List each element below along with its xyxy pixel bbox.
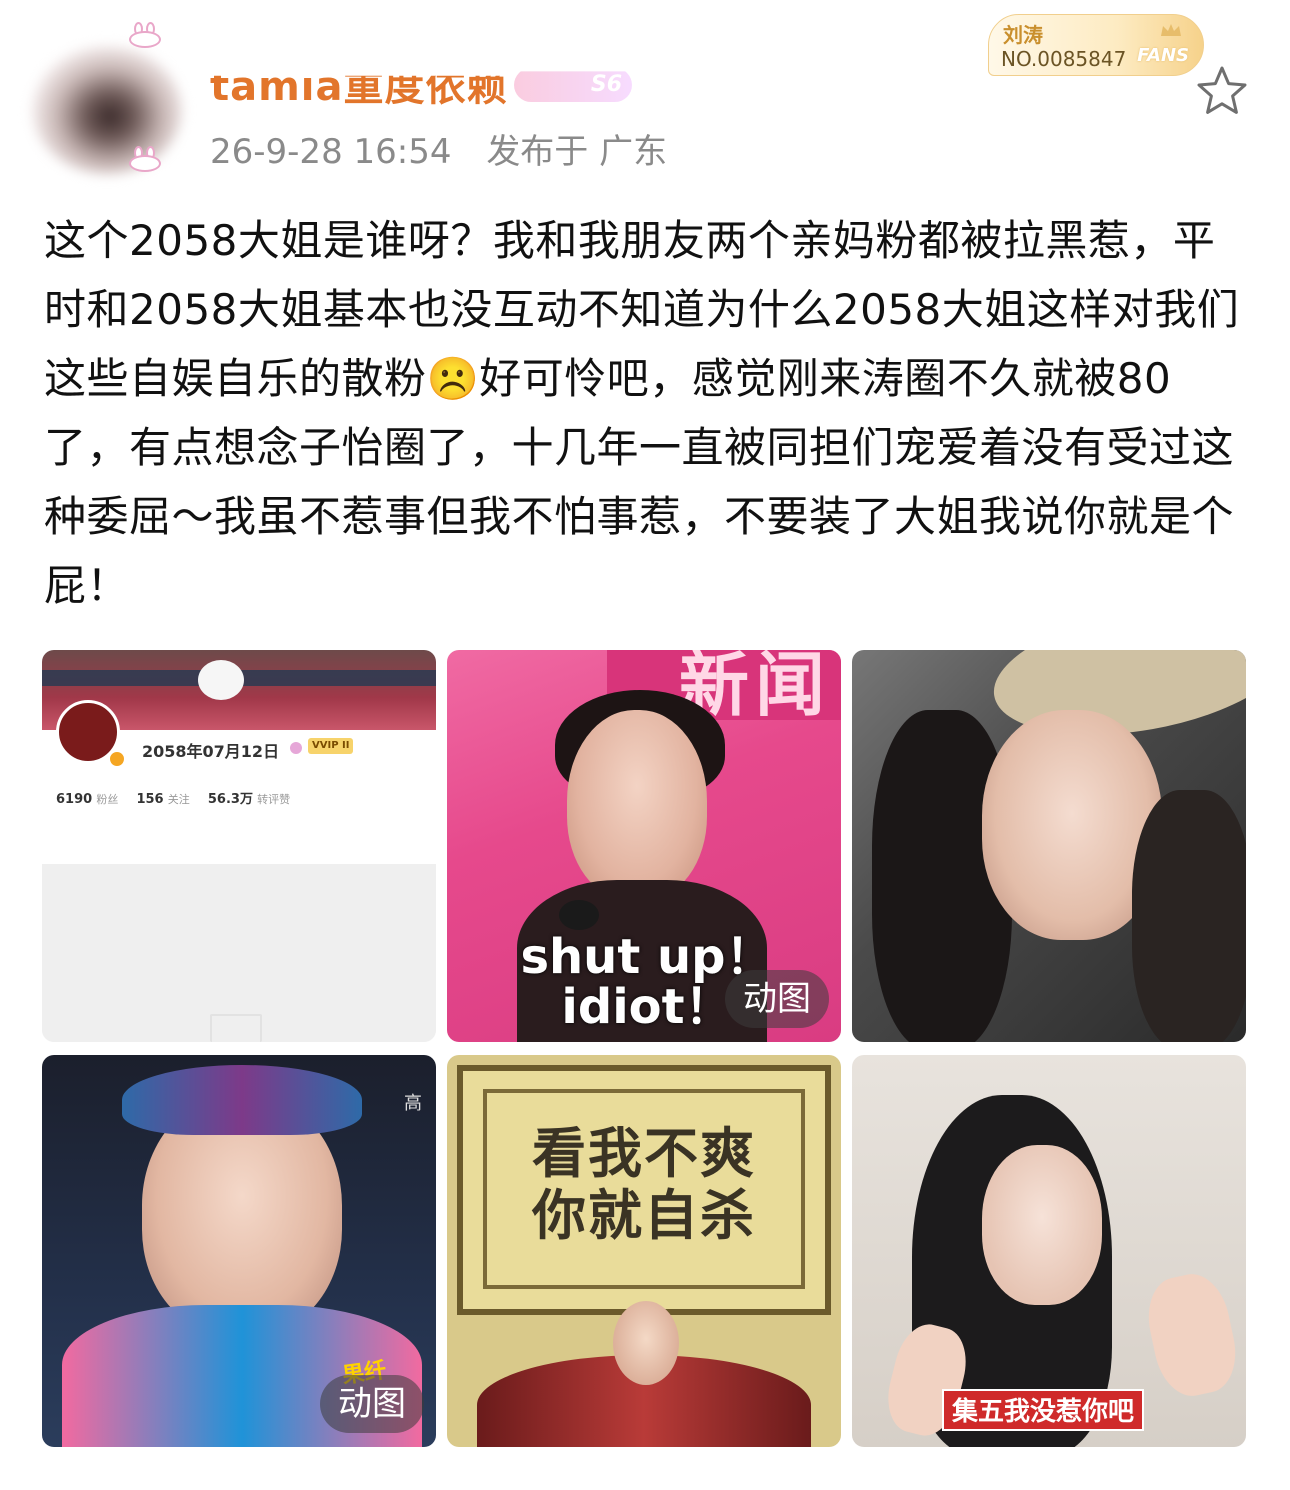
headband-shape xyxy=(122,1065,362,1135)
gif-badge: 动图 xyxy=(725,970,829,1028)
video-subtitle: 集五我没惹你吧 xyxy=(942,1389,1145,1431)
fan-card-badge[interactable]: 刘涛 NO.0085847 FANS xyxy=(988,14,1204,76)
sign-text-line: 你就自杀 xyxy=(532,1184,756,1247)
author-avatar[interactable] xyxy=(18,22,190,174)
fan-card-name: 刘涛 xyxy=(1003,23,1043,47)
fans-label: 粉丝 xyxy=(96,793,119,806)
image-tile-profile-screenshot[interactable]: 2058年07月12日 VVIP II 6190 粉丝 156 关注 56.3万… xyxy=(42,650,436,1042)
author-name[interactable]: tamia重度依赖 xyxy=(210,76,508,122)
image-tile-gif-shut-up[interactable]: 新闻 shut up！ idiot！ 动图 xyxy=(447,650,841,1042)
gif-badge: 动图 xyxy=(320,1375,424,1433)
crown-icon xyxy=(1161,24,1181,36)
empty-box-icon xyxy=(210,1014,262,1042)
microphone-icon xyxy=(559,900,599,930)
profile-stats: 6190 粉丝 156 关注 56.3万 转评赞 xyxy=(56,788,304,807)
star-outline-icon xyxy=(1197,66,1247,114)
likes-count: 56.3万 xyxy=(207,792,253,807)
figure-face xyxy=(613,1301,679,1385)
post-meta: 26-9-28 16:54 发布于 广东 xyxy=(210,124,667,173)
profile-card: 2058年07月12日 VVIP II 6190 粉丝 156 关注 56.3万… xyxy=(42,700,436,864)
sign-text: 看我不爽 你就自杀 xyxy=(463,1123,825,1247)
sign-frame: 看我不爽 你就自杀 xyxy=(457,1065,831,1315)
image-grid: 2058年07月12日 VVIP II 6190 粉丝 156 关注 56.3万… xyxy=(42,650,1246,1448)
fan-card-number: NO.0085847 xyxy=(1001,47,1127,71)
fans-count: 6190 xyxy=(56,792,93,807)
figure-hair xyxy=(1132,790,1246,1042)
level-badge: S6 xyxy=(514,71,632,102)
vip-badge: VVIP II xyxy=(308,738,354,754)
post-body: 这个2058大姐是谁呀？我和我朋友两个亲妈粉都被拉黑惹，平时和2058大姐基本也… xyxy=(44,216,1240,610)
figure-face xyxy=(982,1145,1102,1305)
post-timestamp: 26-9-28 16:54 xyxy=(210,132,452,172)
likes-label: 转评赞 xyxy=(257,793,291,806)
verified-badge-icon xyxy=(108,750,126,768)
sign-text-line: 看我不爽 xyxy=(532,1122,756,1185)
favorite-button[interactable] xyxy=(1194,64,1250,118)
tv-corner-text: 高 xyxy=(404,1093,422,1114)
post-location: 发布于 广东 xyxy=(486,132,668,172)
profile-name: 2058年07月12日 xyxy=(142,742,280,761)
profile-tag-icon xyxy=(290,742,302,754)
image-tile-photo-hat[interactable] xyxy=(852,650,1246,1042)
fan-card-label: FANS xyxy=(1137,45,1189,66)
following-label: 关注 xyxy=(167,793,190,806)
figure-face xyxy=(567,710,707,900)
figure-hand xyxy=(1140,1267,1244,1403)
image-tile-photo-subtitle[interactable]: 集五我没惹你吧 xyxy=(852,1055,1246,1447)
image-tile-meme-sign[interactable]: 看我不爽 你就自杀 xyxy=(447,1055,841,1447)
level-badge-text: S6 xyxy=(590,72,622,97)
image-tile-gif-headband[interactable]: 高 果纤 动图 xyxy=(42,1055,436,1447)
following-count: 156 xyxy=(136,792,164,807)
profile-empty-area xyxy=(42,864,436,1042)
bunny-sticker-icon xyxy=(128,146,162,172)
bunny-sticker-icon xyxy=(128,22,162,48)
